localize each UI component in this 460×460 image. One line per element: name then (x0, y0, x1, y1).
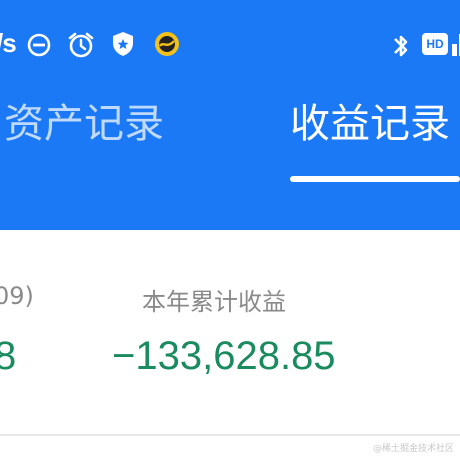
section-divider (0, 434, 460, 436)
period-earnings-value: 8 (0, 334, 17, 378)
active-tab-indicator (290, 176, 460, 182)
tab-asset-records[interactable]: 资产记录 (4, 100, 164, 148)
tab-earnings-records[interactable]: 收益记录 (290, 100, 450, 148)
top-header: /s HD 资产记录 收益记录 (0, 0, 460, 230)
year-cumulative-earnings-value: −133,628.85 (112, 334, 336, 378)
hd-badge-label: HD (426, 37, 444, 51)
year-cumulative-earnings-label: 本年累计收益 (142, 288, 286, 316)
alarm-icon (68, 32, 94, 58)
hd-badge-icon: HD (422, 33, 448, 55)
status-speed-text: /s (0, 28, 17, 58)
shield-star-icon (113, 32, 133, 56)
watermark-text: @稀土掘金技术社区 (372, 444, 454, 454)
period-earnings-label: 09) (0, 282, 34, 310)
app-badge-icon (155, 32, 179, 56)
network-icon (452, 34, 460, 56)
do-not-disturb-icon (27, 33, 51, 57)
bluetooth-icon (394, 35, 408, 57)
